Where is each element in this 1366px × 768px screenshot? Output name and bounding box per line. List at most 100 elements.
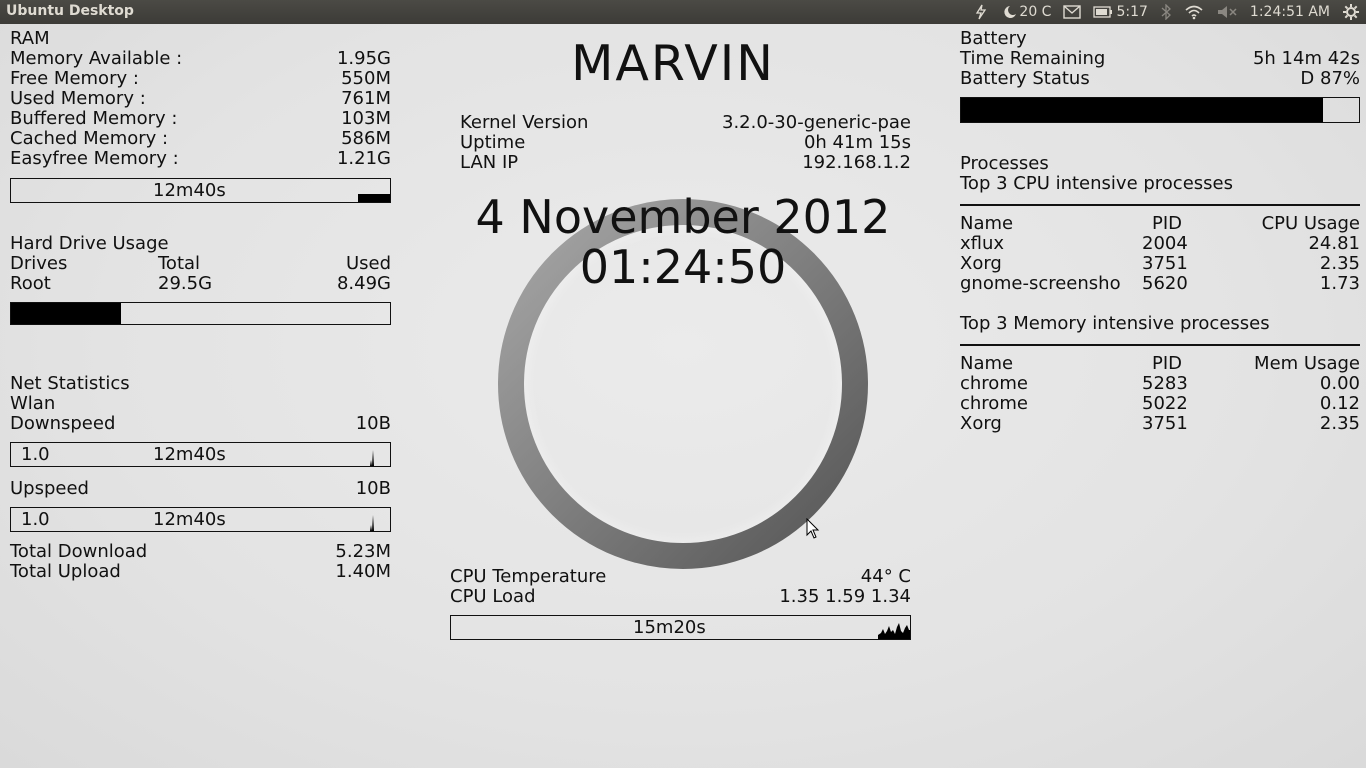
process-pid: 5022 [1142,393,1188,414]
ram-label: Easyfree Memory : [10,148,179,169]
upspeed-graph-scale: 1.0 [21,509,50,530]
ram-label: Used Memory : [10,88,146,109]
cpu-temp-value: 44° C [860,566,911,587]
ram-graph-label: 12m40s [153,180,226,201]
table-row: gnome-screensho 5620 1.73 [960,274,1360,294]
process-name: Xorg [960,253,1002,274]
process-usage: 0.12 [1319,393,1360,414]
cpu-section: CPU Temperature 44° C CPU Load 1.35 1.59 1… [450,567,911,640]
cpu-graph: 15m20s [450,615,911,640]
process-pid: 3751 [1142,413,1188,434]
window-title: Ubuntu Desktop [6,3,134,19]
table-row: xflux 2004 24.81 [960,234,1360,254]
processes-section: Processes Top 3 CPU intensive processes … [960,154,1360,434]
bluetooth-icon[interactable] [1160,4,1172,20]
table-row: Xorg 3751 2.35 [960,254,1360,274]
process-usage: 2.35 [1319,413,1360,434]
battery-status-value: D 87% [1300,68,1360,89]
process-name: gnome-screensho [960,273,1121,294]
disk-drive-name: Root [10,273,51,294]
downspeed-graph-plot [360,450,390,466]
cpu-col-name: Name [960,213,1014,234]
process-pid: 2004 [1142,233,1188,254]
table-row: Xorg 3751 2.35 [960,414,1360,434]
divider [960,204,1360,206]
cpu-load-value: 1.35 1.59 1.34 [779,586,911,607]
process-usage: 1.73 [1319,273,1360,294]
process-pid: 5283 [1142,373,1188,394]
wifi-icon[interactable] [1184,4,1204,20]
process-pid: 3751 [1142,253,1188,274]
table-row: chrome 5022 0.12 [960,394,1360,414]
divider [960,344,1360,346]
ram-value: 1.95G [336,48,391,69]
battery-heading: Battery [960,28,1027,49]
mem-col-name: Name [960,353,1014,374]
cpu-load-label: CPU Load [450,586,536,607]
panel-clock[interactable]: 1:24:51 AM [1250,4,1330,20]
cpu-col-usage: CPU Usage [1261,213,1360,234]
hostname: MARVIN [571,35,775,92]
disk-usage-fill [11,303,121,324]
downspeed-label: Downspeed [10,413,116,434]
kernel-label: Kernel Version [460,112,589,133]
disk-col-used: Used [345,253,391,274]
power-plug-icon[interactable] [973,4,989,20]
upspeed-value: 10B [355,478,391,499]
process-name: Xorg [960,413,1002,434]
ram-label: Buffered Memory : [10,108,178,129]
volume-muted-icon[interactable] [1216,4,1238,20]
process-name: chrome [960,373,1028,394]
process-name: chrome [960,393,1028,414]
weather-temp: 20 C [1019,4,1052,20]
total-download-value: 5.23M [335,541,391,562]
disk-section: Hard Drive Usage Drives Total Used Root … [10,234,391,325]
uptime-value: 0h 41m 15s [803,132,911,153]
date-display: 4 November 2012 [475,190,891,244]
ram-graph: 12m40s [10,178,391,203]
ram-label: Free Memory : [10,68,139,89]
ram-label: Cached Memory : [10,128,169,149]
ram-graph-plot [358,194,390,202]
ram-heading: RAM [10,28,50,49]
downspeed-graph: 1.0 12m40s [10,442,391,467]
process-usage: 0.00 [1319,373,1360,394]
mail-icon[interactable] [1063,5,1082,19]
weather-indicator[interactable]: 20 C [1001,4,1051,20]
system-info: Kernel Version 3.2.0-30-generic-pae Uptim… [460,113,911,173]
battery-level-bar [960,97,1360,123]
process-usage: 2.35 [1319,253,1360,274]
battery-level-fill [961,98,1324,122]
upspeed-label: Upspeed [10,478,89,499]
ram-section: RAM Memory Available : 1.95G Free Memory … [10,29,391,203]
cpu-graph-plot [878,623,910,639]
net-heading: Net Statistics [10,373,130,394]
ram-value: 103M [341,108,391,129]
table-row: chrome 5283 0.00 [960,374,1360,394]
cpu-graph-label: 15m20s [633,617,706,638]
gear-icon[interactable] [1342,3,1360,21]
disk-usage-bar [10,302,391,325]
processes-heading: Processes [960,153,1049,174]
system-tray: 20 C 5:17 1:24:51 AM [973,0,1366,24]
process-pid: 5620 [1142,273,1188,294]
cpu-temp-label: CPU Temperature [450,566,607,587]
mem-col-usage: Mem Usage [1254,353,1360,374]
ram-value: 550M [341,68,391,89]
disk-used: 8.49G [336,273,391,294]
mouse-cursor-icon [806,518,820,539]
ram-value: 586M [341,128,391,149]
uptime-label: Uptime [460,132,526,153]
battery-time-value: 5h 14m 42s [1252,48,1360,69]
disk-heading: Hard Drive Usage [10,233,169,254]
lan-ip-label: LAN IP [460,152,519,173]
battery-time-label: Time Remaining [960,48,1106,69]
battery-indicator[interactable]: 5:17 [1093,4,1148,20]
kernel-value: 3.2.0-30-generic-pae [722,112,911,133]
lan-ip-value: 192.168.1.2 [802,152,911,173]
cpu-col-pid: PID [1152,213,1183,234]
battery-section: Battery Time Remaining 5h 14m 42s Battery… [960,29,1360,123]
weather-moon-icon [1001,4,1019,20]
downspeed-graph-label: 12m40s [153,444,226,465]
net-section: Net Statistics Wlan Downspeed 10B 1.0 12m… [10,374,391,582]
